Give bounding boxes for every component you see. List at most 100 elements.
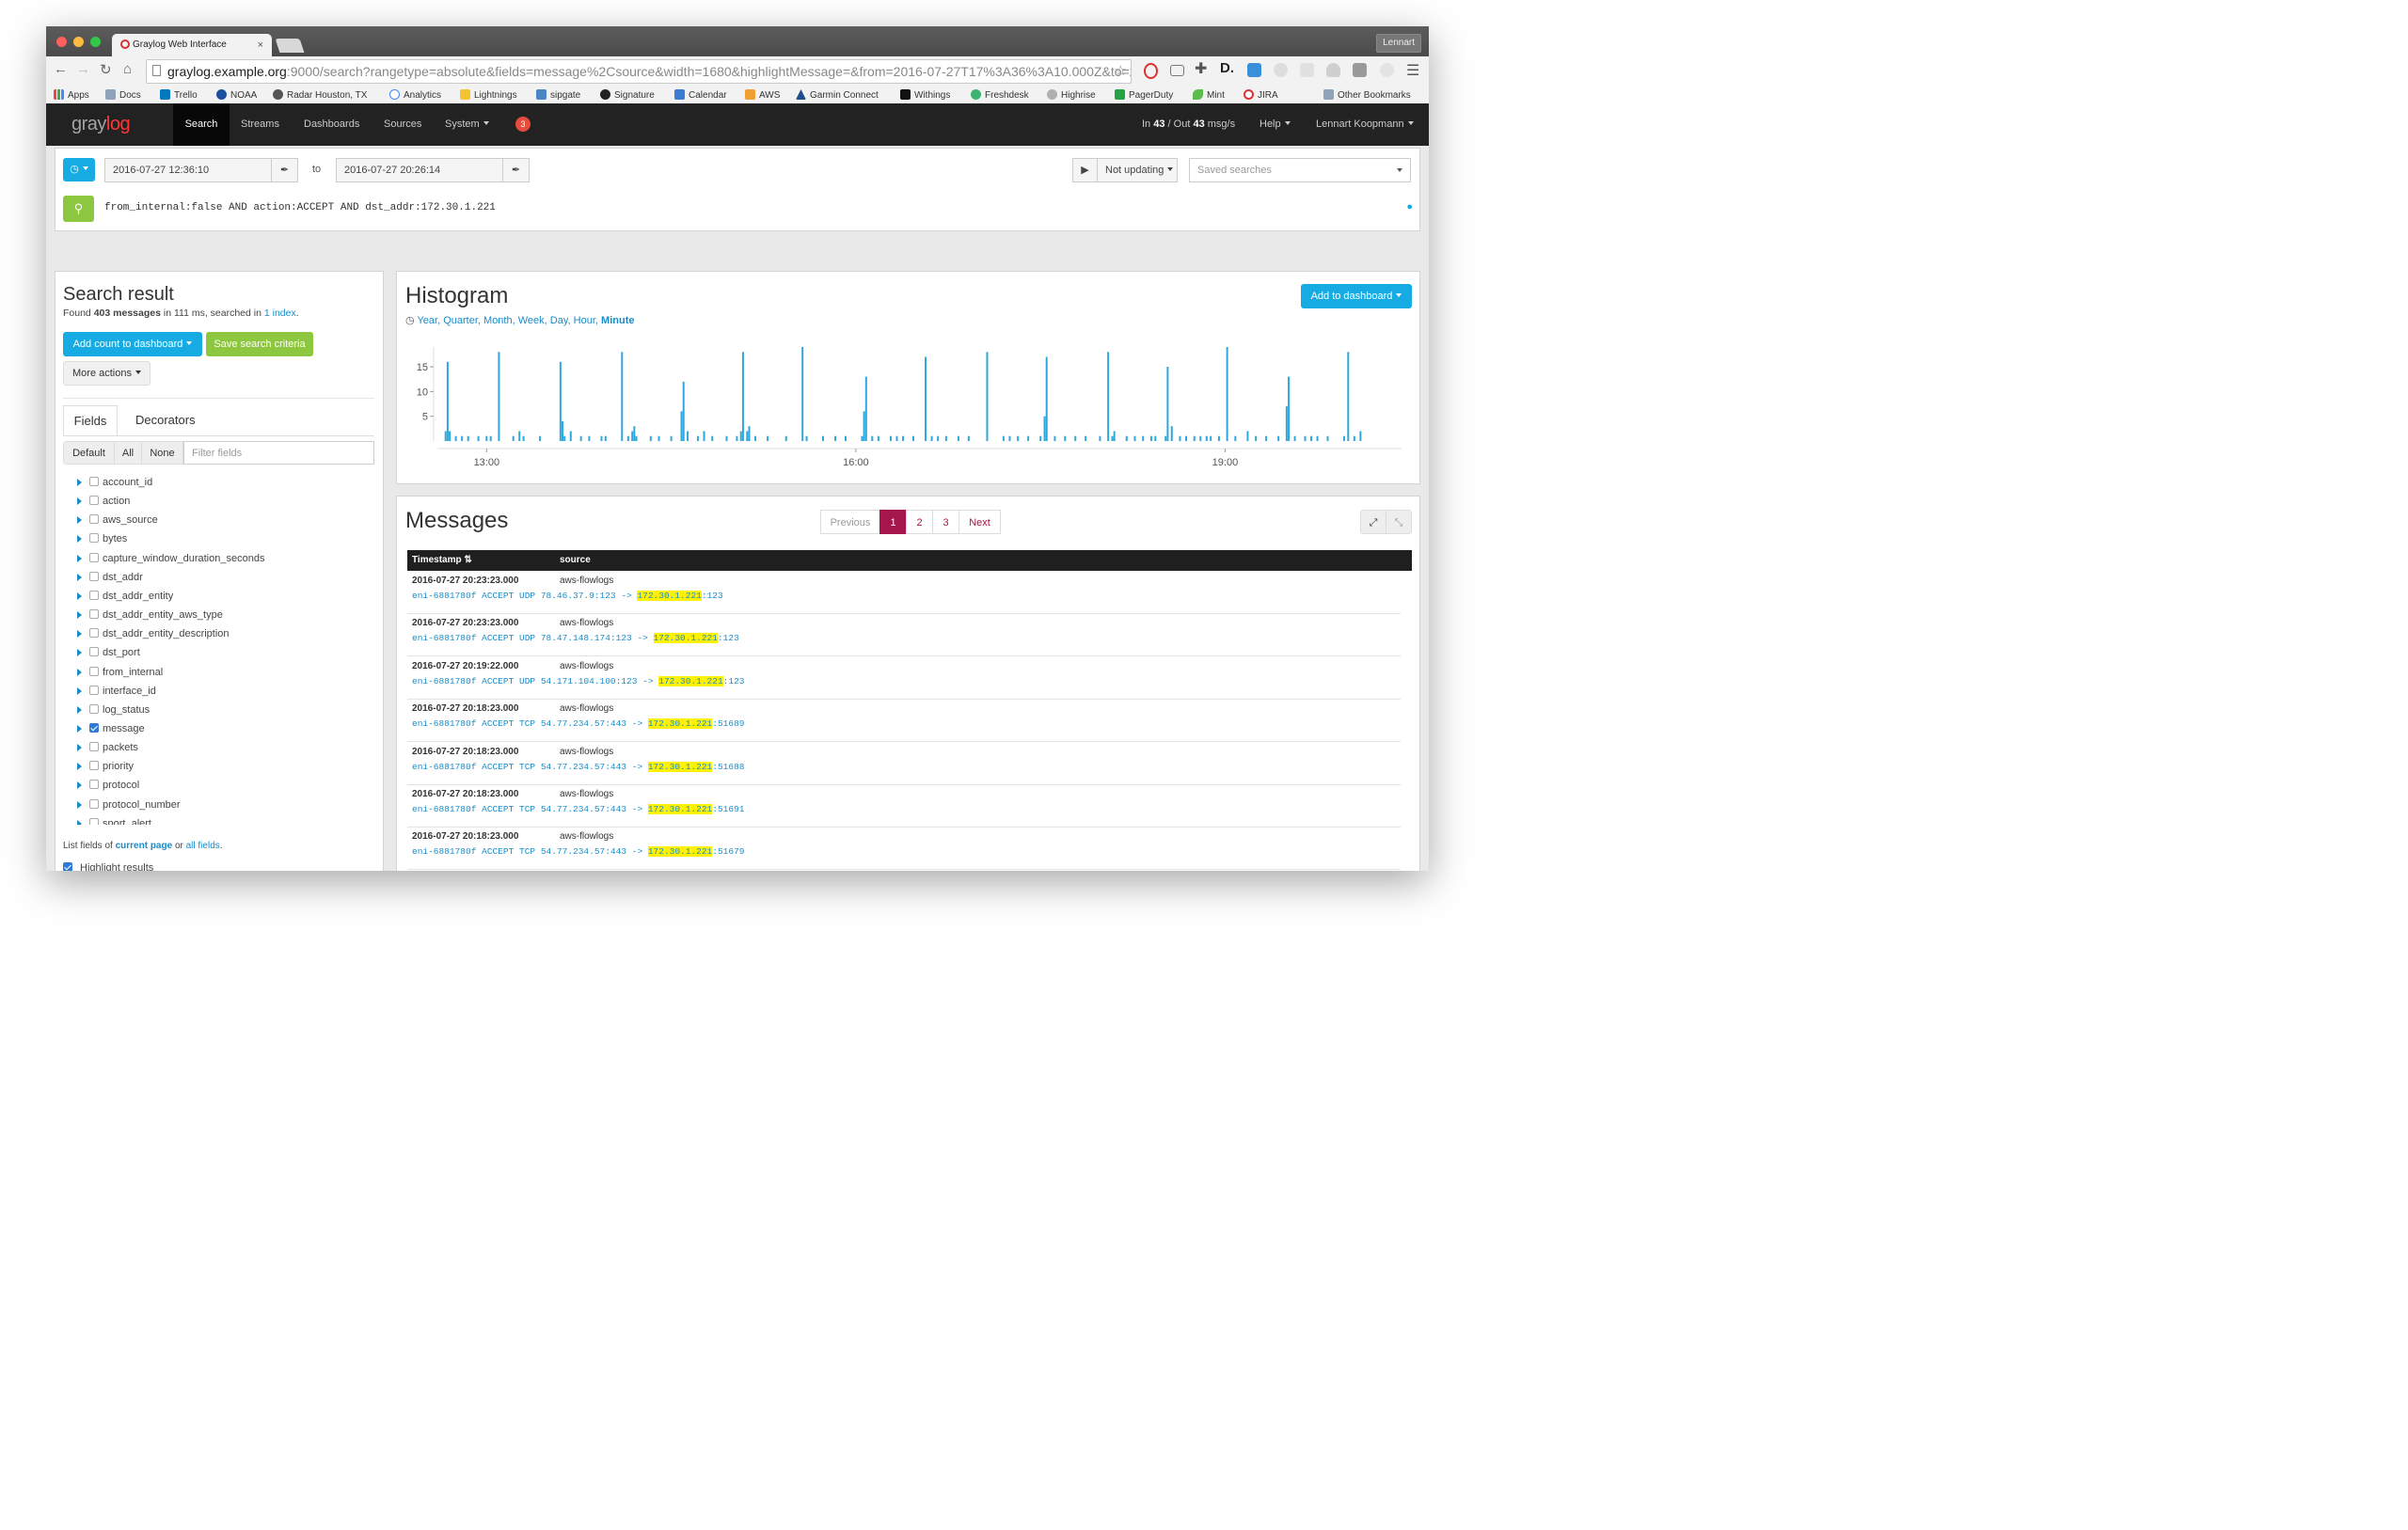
field-checkbox[interactable] xyxy=(89,742,99,752)
timestamp-column-header[interactable]: Timestamp ⇅ xyxy=(412,550,472,571)
browser-menu-icon[interactable]: ☰ xyxy=(1406,61,1419,80)
time-range-selector[interactable]: ◷ xyxy=(63,158,95,181)
field-checkbox[interactable] xyxy=(89,477,99,486)
s-extension-icon[interactable] xyxy=(1247,63,1261,77)
grey-extension-icon-2[interactable] xyxy=(1300,63,1314,77)
fields-default-button[interactable]: Default xyxy=(63,441,115,465)
tab-fields[interactable]: Fields xyxy=(63,405,118,436)
close-tab-icon[interactable]: × xyxy=(258,34,263,56)
field-checkbox[interactable] xyxy=(89,817,99,825)
caret-right-icon[interactable] xyxy=(77,744,82,752)
caret-right-icon[interactable] xyxy=(77,554,82,562)
nav-streams[interactable]: Streams xyxy=(241,103,279,146)
resolution-month[interactable]: Month xyxy=(483,315,513,326)
field-checkbox[interactable] xyxy=(89,798,99,809)
caret-right-icon[interactable] xyxy=(77,781,82,790)
next-page-button[interactable]: Next xyxy=(958,510,1001,534)
bookmark-withings[interactable]: Withings xyxy=(900,89,950,101)
message-row[interactable]: 2016-07-27 20:19:22.000 aws-flowlogs eni-6… xyxy=(407,656,1401,700)
profile-button[interactable]: Lennart xyxy=(1376,34,1421,53)
play-icon[interactable]: ▶ xyxy=(1072,158,1098,182)
back-icon[interactable]: ← xyxy=(54,61,68,77)
bookmark-trello[interactable]: Trello xyxy=(160,89,198,101)
lightbulb-icon[interactable]: ● xyxy=(1406,201,1413,213)
message-row[interactable]: 2016-07-27 20:23:23.000 aws-flowlogs eni-6… xyxy=(407,613,1401,657)
grey-extension-icon-4[interactable] xyxy=(1353,63,1367,77)
field-checkbox[interactable] xyxy=(89,761,99,771)
grey-extension-icon-3[interactable] xyxy=(1326,63,1340,77)
save-search-criteria-button[interactable]: Save search criteria xyxy=(206,332,313,356)
grey-extension-icon-1[interactable] xyxy=(1274,63,1288,77)
field-checkbox[interactable] xyxy=(89,722,99,733)
message-row[interactable]: 2016-07-27 20:18:23.000 aws-flowlogs eni-6… xyxy=(407,784,1401,828)
field-checkbox[interactable] xyxy=(89,496,99,506)
minimize-window-button[interactable] xyxy=(73,37,84,47)
opera-extension-icon[interactable] xyxy=(1144,63,1158,79)
close-window-button[interactable] xyxy=(56,37,67,47)
caret-right-icon[interactable] xyxy=(77,800,82,809)
field-checkbox[interactable] xyxy=(89,609,99,620)
message-row[interactable]: 2016-07-27 20:18:23.000 aws-flowlogs eni-6… xyxy=(407,742,1401,785)
caret-right-icon[interactable] xyxy=(77,573,82,581)
nav-dashboards[interactable]: Dashboards xyxy=(304,103,359,146)
to-date-input[interactable]: 2016-07-27 20:26:14 xyxy=(336,158,503,182)
nav-user-menu[interactable]: Lennart Koopmann xyxy=(1316,103,1414,146)
bookmark-pagerduty[interactable]: PagerDuty xyxy=(1115,89,1173,101)
from-date-picker-icon[interactable]: ✒ xyxy=(271,158,298,182)
nav-system[interactable]: System xyxy=(445,103,489,146)
bookmark-analytics[interactable]: Analytics xyxy=(389,89,441,101)
field-checkbox[interactable] xyxy=(89,552,99,562)
caret-right-icon[interactable] xyxy=(77,724,82,733)
crosshair-extension-icon[interactable]: ✚ xyxy=(1195,59,1209,77)
add-to-dashboard-button[interactable]: Add to dashboard xyxy=(1301,284,1412,308)
page-2-button[interactable]: 2 xyxy=(906,510,933,534)
bookmark-apps[interactable]: Apps xyxy=(54,89,89,101)
field-checkbox[interactable] xyxy=(89,590,99,600)
browser-tab[interactable]: Graylog Web Interface × xyxy=(112,34,272,56)
resolution-quarter[interactable]: Quarter xyxy=(443,315,478,326)
message-row[interactable]: 2016-07-27 20:18:23.000 aws-flowlogs eni-6… xyxy=(407,827,1401,871)
search-icon[interactable]: ⚲ xyxy=(63,196,94,222)
graylog-logo[interactable]: graylog xyxy=(71,114,131,135)
highlight-results-checkbox[interactable] xyxy=(63,862,72,871)
caret-right-icon[interactable] xyxy=(77,497,82,506)
nav-search[interactable]: Search xyxy=(173,103,230,146)
bookmark-other[interactable]: Other Bookmarks xyxy=(1323,89,1411,101)
cast-icon[interactable] xyxy=(1170,65,1184,76)
bookmark-highrise[interactable]: Highrise xyxy=(1047,89,1096,101)
field-checkbox[interactable] xyxy=(89,514,99,525)
field-checkbox[interactable] xyxy=(89,571,99,581)
message-row[interactable]: 2016-07-27 20:18:23.000aws-flowlogs xyxy=(407,870,1401,871)
field-checkbox[interactable] xyxy=(89,647,99,657)
address-bar[interactable]: graylog.example.org:9000/search?rangetyp… xyxy=(146,59,1132,84)
resolution-hour[interactable]: Hour xyxy=(574,315,595,326)
bookmark-radar-houston[interactable]: Radar Houston, TX xyxy=(273,89,367,101)
caret-right-icon[interactable] xyxy=(77,763,82,771)
page-3-button[interactable]: 3 xyxy=(932,510,959,534)
source-column-header[interactable]: source xyxy=(560,550,591,571)
grey-extension-icon-5[interactable] xyxy=(1380,63,1394,77)
field-checkbox[interactable] xyxy=(89,666,99,676)
bookmark-lightnings[interactable]: Lightnings xyxy=(460,89,517,101)
bookmark-star-icon[interactable]: ☆ xyxy=(1115,60,1127,83)
field-checkbox[interactable] xyxy=(89,703,99,714)
bookmark-freshdesk[interactable]: Freshdesk xyxy=(971,89,1029,101)
saved-searches-select[interactable]: Saved searches xyxy=(1189,158,1411,182)
bookmark-mint[interactable]: Mint xyxy=(1193,89,1225,101)
tab-decorators[interactable]: Decorators xyxy=(135,405,196,436)
d-extension-icon[interactable]: D. xyxy=(1220,60,1234,76)
resolution-day[interactable]: Day xyxy=(550,315,568,326)
nav-help[interactable]: Help xyxy=(1259,103,1291,146)
caret-right-icon[interactable] xyxy=(77,591,82,600)
bookmark-noaa[interactable]: NOAA xyxy=(216,89,257,101)
bookmark-garmin-connect[interactable]: Garmin Connect xyxy=(796,89,879,101)
field-checkbox[interactable] xyxy=(89,628,99,639)
caret-right-icon[interactable] xyxy=(77,705,82,714)
message-row[interactable]: 2016-07-27 20:23:23.000 aws-flowlogs eni-6… xyxy=(407,571,1401,614)
fields-all-button[interactable]: All xyxy=(114,441,142,465)
caret-right-icon[interactable] xyxy=(77,479,82,486)
refresh-interval-dropdown[interactable]: Not updating xyxy=(1097,158,1178,182)
add-count-to-dashboard-button[interactable]: Add count to dashboard xyxy=(63,332,202,356)
caret-right-icon[interactable] xyxy=(77,686,82,695)
field-checkbox[interactable] xyxy=(89,685,99,695)
